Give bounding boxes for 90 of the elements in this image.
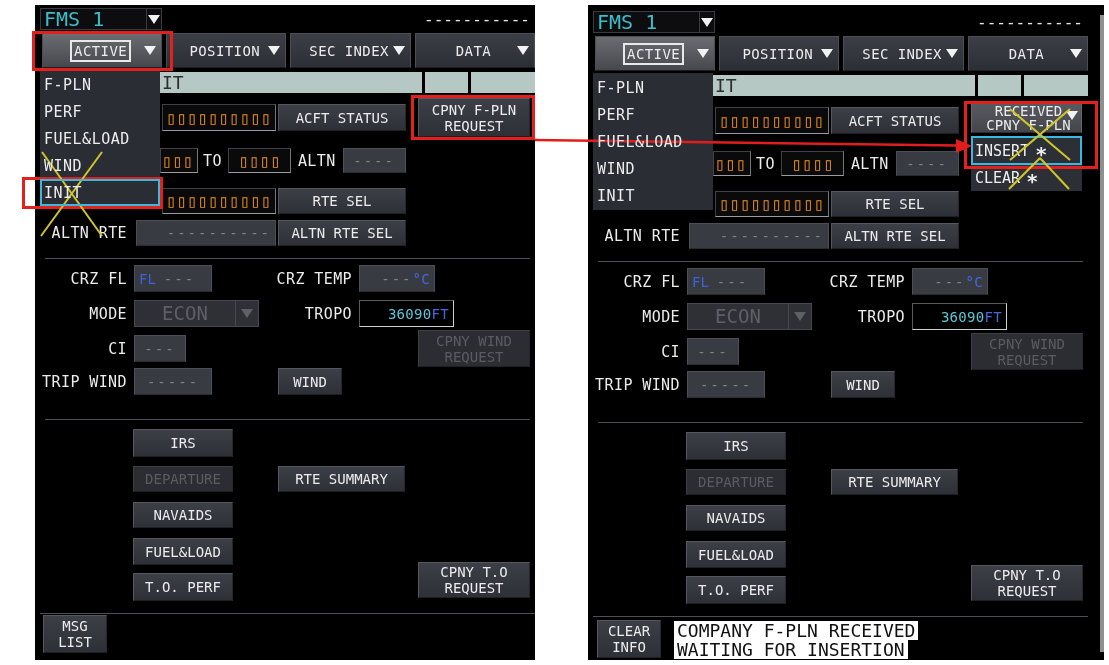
menu-item[interactable]: F-PLN: [593, 74, 713, 101]
action-button[interactable]: RTE SUMMARY: [831, 469, 958, 495]
caret-icon: [697, 49, 710, 58]
entry-field[interactable]: ▯▯▯▯▯▯▯▯▯▯: [162, 104, 276, 131]
request-button[interactable]: CPNY T.O REQUEST: [418, 562, 530, 598]
menu-tab[interactable]: ACTIVE: [595, 36, 716, 71]
field-label: TROPO: [857, 307, 905, 326]
menu-tab[interactable]: POSITION: [166, 33, 287, 68]
header-dashes: -----------: [424, 9, 530, 29]
menu-item[interactable]: FUEL&LOAD: [40, 125, 160, 152]
request-button[interactable]: CPNY F-PLN REQUEST: [418, 98, 530, 137]
action-button[interactable]: FUEL&LOAD: [133, 538, 233, 565]
field-label: CRZ TEMP: [829, 272, 905, 291]
action-button[interactable]: IRS: [133, 429, 233, 457]
field-label: ALTN RTE: [51, 224, 127, 242]
title-cell: [978, 75, 1021, 96]
action-button[interactable]: MSG LIST: [43, 615, 107, 653]
action-button[interactable]: ACFT STATUS: [278, 104, 406, 131]
field-label: TO: [756, 154, 775, 173]
field-label: CRZ TEMP: [276, 269, 352, 288]
header-dashes: -----------: [977, 12, 1083, 32]
caret-icon: [148, 14, 160, 24]
entry-field[interactable]: ▯▯▯▯▯▯▯▯▯▯: [162, 188, 276, 214]
menu-item[interactable]: CLEAR *: [971, 165, 1082, 191]
caret-icon: [701, 17, 713, 27]
menu-tab[interactable]: SEC INDEX: [290, 33, 411, 68]
entry-field[interactable]: ▯▯▯▯: [227, 148, 291, 173]
action-button[interactable]: RTE SEL: [278, 188, 406, 214]
field-label: CI: [661, 342, 680, 361]
caret-icon: [392, 46, 405, 55]
menu-tab[interactable]: SEC INDEX: [843, 36, 964, 71]
menu-tab[interactable]: DATA: [414, 33, 535, 68]
menu-tab[interactable]: ACTIVE: [42, 33, 163, 68]
action-button[interactable]: WIND: [831, 371, 895, 398]
action-button[interactable]: RTE SUMMARY: [278, 466, 405, 492]
page-title: IT: [162, 72, 184, 93]
caret-icon: [1070, 49, 1082, 58]
action-button[interactable]: RTE SEL: [831, 191, 959, 217]
field-label: TRIP WIND: [42, 372, 127, 391]
entry-field[interactable]: 36090FT: [912, 303, 1007, 330]
menu-tab[interactable]: DATA: [967, 36, 1088, 71]
action-button[interactable]: ALTN RTE SEL: [831, 223, 959, 249]
field-label: ALTN: [850, 154, 889, 173]
action-button[interactable]: NAVAIDS: [686, 505, 786, 531]
entry-field[interactable]: ▯▯▯: [713, 151, 751, 176]
caret-icon: [821, 49, 834, 58]
field-label: MODE: [89, 304, 127, 323]
fms-selector[interactable]: FMS 1: [593, 11, 715, 33]
action-button[interactable]: WIND: [278, 368, 342, 395]
field-label: ALTN RTE: [604, 227, 680, 245]
action-button[interactable]: NAVAIDS: [133, 502, 233, 528]
field-label: TROPO: [304, 304, 352, 323]
action-button[interactable]: IRS: [686, 432, 786, 460]
entry-field[interactable]: 36090FT: [359, 300, 454, 327]
menu-item[interactable]: PERF: [593, 101, 713, 128]
fms-selector[interactable]: FMS 1: [40, 8, 162, 30]
action-button[interactable]: T.O. PERF: [133, 573, 233, 601]
action-button[interactable]: FUEL&LOAD: [686, 541, 786, 568]
caret-icon: [241, 309, 253, 318]
menu-item[interactable]: F-PLN: [40, 71, 160, 98]
menu-item[interactable]: WIND: [593, 155, 713, 182]
menu-item[interactable]: INIT: [593, 182, 713, 209]
request-button[interactable]: CPNY T.O REQUEST: [971, 565, 1083, 601]
title-cell: [425, 72, 468, 93]
entry-field[interactable]: ▯▯▯: [160, 148, 198, 173]
field-label: CI: [108, 339, 127, 358]
caret-icon: [794, 312, 806, 321]
caret-icon: [268, 46, 281, 55]
menu-item[interactable]: PERF: [40, 98, 160, 125]
action-button[interactable]: CLEAR INFO: [597, 619, 661, 658]
field-label: TRIP WIND: [595, 375, 680, 394]
field-label: CRZ FL: [623, 272, 680, 291]
entry-field[interactable]: ▯▯▯▯▯▯▯▯▯▯: [715, 107, 829, 134]
field-label: ALTN: [297, 151, 336, 170]
field-label: CRZ FL: [70, 269, 127, 288]
field-label: MODE: [642, 307, 680, 326]
caret-icon: [144, 46, 157, 55]
caret-icon: [945, 49, 958, 58]
entry-field[interactable]: ▯▯▯▯: [780, 151, 844, 176]
caret-icon: [517, 46, 529, 55]
title-cell: [471, 72, 535, 93]
entry-field[interactable]: ▯▯▯▯▯▯▯▯▯▯: [715, 191, 829, 217]
action-button[interactable]: ACFT STATUS: [831, 107, 959, 134]
caret-icon: [1066, 111, 1078, 120]
page-title: IT: [715, 75, 737, 96]
menu-tab[interactable]: POSITION: [719, 36, 840, 71]
action-button[interactable]: ALTN RTE SEL: [278, 220, 406, 246]
title-cell: [1024, 75, 1088, 96]
action-button[interactable]: T.O. PERF: [686, 576, 786, 604]
field-label: TO: [203, 151, 222, 170]
